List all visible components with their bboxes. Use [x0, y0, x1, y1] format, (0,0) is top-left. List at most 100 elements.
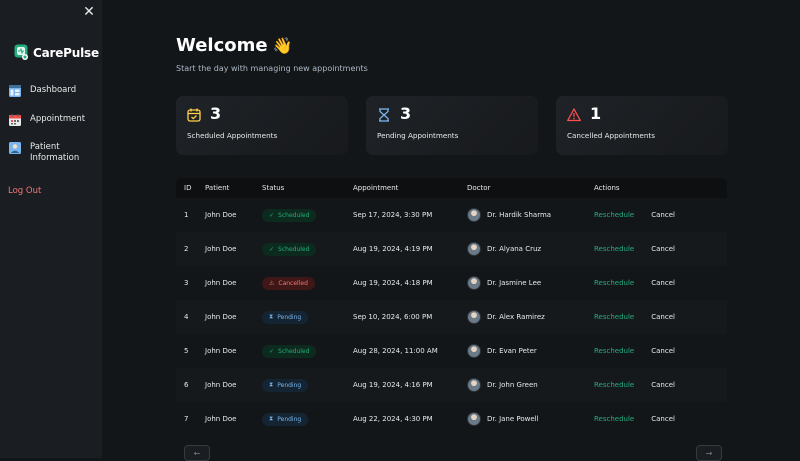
cell-status: ✓ Scheduled [262, 242, 353, 256]
reschedule-button[interactable]: Reschedule [594, 381, 634, 389]
calendar-icon [187, 108, 201, 122]
sidebar-item-patient-information[interactable]: Patient Information [9, 142, 86, 164]
reschedule-button[interactable]: Reschedule [594, 211, 634, 219]
cell-actions: Reschedule Cancel [594, 415, 675, 423]
reschedule-button[interactable]: Reschedule [594, 347, 634, 355]
table-header: ID Patient Status Appointment Doctor Act… [176, 178, 727, 198]
cell-doctor: Dr. Evan Peter [467, 344, 594, 358]
appointments-table: ID Patient Status Appointment Doctor Act… [176, 178, 727, 436]
stat-card-cancelled: 1 Cancelled Appointments [556, 96, 728, 155]
cell-id: 6 [184, 381, 189, 389]
status-badge-label: Cancelled [278, 279, 308, 287]
status-badge-label: Scheduled [278, 245, 310, 253]
stat-label: Cancelled Appointments [567, 131, 655, 140]
cell-actions: Reschedule Cancel [594, 211, 675, 219]
status-badge: ✓ Scheduled [262, 242, 317, 256]
hourglass-icon: ⧗ [269, 415, 274, 422]
cell-patient: John Doe [205, 415, 237, 423]
cell-id: 2 [184, 245, 189, 253]
stat-count: 3 [400, 104, 412, 123]
table-row: 5 John Doe ✓ Scheduled Aug 28, 2024, 11:00 A… [176, 334, 727, 368]
cell-doctor: Dr. Hardik Sharma [467, 208, 594, 222]
warning-icon: ⚠ [269, 279, 275, 287]
table-row: 6 John Doe ⧗ Pending Aug 19, 2024, 4:16 PM Dr… [176, 368, 727, 402]
cell-id: 5 [184, 347, 189, 355]
hourglass-icon: ⧗ [269, 313, 274, 320]
cancel-button[interactable]: Cancel [651, 381, 675, 389]
cell-status: ⧗ Pending [262, 378, 353, 392]
cell-doctor: Dr. John Green [467, 378, 594, 392]
stat-label: Scheduled Appointments [187, 131, 278, 140]
cell-actions: Reschedule Cancel [594, 347, 675, 355]
hourglass-icon [379, 108, 389, 122]
page-title: Welcome 👋 [176, 35, 293, 56]
cancel-button[interactable]: Cancel [651, 347, 675, 355]
sidebar-item-dashboard[interactable]: Dashboard [9, 85, 86, 97]
waving-hand-icon: 👋 [272, 36, 293, 55]
stat-count: 1 [590, 104, 602, 123]
cell-status: ⧗ Pending [262, 310, 353, 324]
reschedule-button[interactable]: Reschedule [594, 415, 634, 423]
doctor-avatar [467, 310, 481, 324]
cancel-button[interactable]: Cancel [651, 313, 675, 321]
next-page-button[interactable]: → [696, 445, 722, 461]
page-subtitle: Start the day with managing new appointm… [176, 64, 368, 73]
cell-patient: John Doe [205, 347, 237, 355]
status-badge: ⧗ Pending [262, 412, 309, 426]
doctor-name: Dr. Jane Powell [487, 415, 539, 423]
doctor-avatar [467, 242, 481, 256]
sidebar-item-label: Patient Information [30, 142, 80, 163]
cancel-button[interactable]: Cancel [651, 211, 675, 219]
reschedule-button[interactable]: Reschedule [594, 313, 634, 321]
doctor-avatar [467, 344, 481, 358]
arrow-left-icon: ← [193, 448, 201, 458]
column-header-patient: Patient [205, 184, 230, 192]
table-row: 1 John Doe ✓ Scheduled Sep 17, 2024, 3:30 PM… [176, 198, 727, 232]
status-badge-label: Pending [277, 313, 302, 321]
column-header-actions: Actions [594, 184, 620, 192]
doctor-avatar [467, 276, 481, 290]
patient-info-icon [9, 142, 21, 154]
reschedule-button[interactable]: Reschedule [594, 245, 634, 253]
cell-appointment: Aug 28, 2024, 11:00 AM [353, 347, 438, 355]
dashboard-icon [9, 85, 21, 97]
doctor-name: Dr. Evan Peter [487, 347, 537, 355]
cell-appointment: Aug 19, 2024, 4:19 PM [353, 245, 433, 253]
status-badge: ✓ Scheduled [262, 208, 317, 222]
column-header-id: ID [184, 184, 192, 192]
cell-actions: Reschedule Cancel [594, 245, 675, 253]
cell-patient: John Doe [205, 279, 237, 287]
cell-status: ⧗ Pending [262, 412, 353, 426]
close-icon[interactable]: ✕ [82, 5, 96, 19]
hourglass-icon: ⧗ [269, 381, 274, 388]
cell-patient: John Doe [205, 313, 237, 321]
doctor-name: Dr. Alex Ramirez [487, 313, 545, 321]
cell-appointment: Aug 22, 2024, 4:30 PM [353, 415, 433, 423]
stat-card-scheduled: 3 Scheduled Appointments [176, 96, 348, 155]
cell-appointment: Sep 10, 2024, 6:00 PM [353, 313, 433, 321]
cancel-button[interactable]: Cancel [651, 279, 675, 287]
check-icon: ✓ [269, 347, 275, 355]
doctor-name: Dr. Alyana Cruz [487, 245, 542, 253]
doctor-avatar [467, 412, 481, 426]
table-row: 2 John Doe ✓ Scheduled Aug 19, 2024, 4:19 PM… [176, 232, 727, 266]
cell-status: ✓ Scheduled [262, 208, 353, 222]
doctor-avatar [467, 378, 481, 392]
sidebar-item-label: Dashboard [30, 85, 77, 95]
carepulse-logo-icon [14, 44, 28, 60]
prev-page-button[interactable]: ← [184, 445, 210, 461]
reschedule-button[interactable]: Reschedule [594, 279, 634, 287]
table-row: 3 John Doe ⚠ Cancelled Aug 19, 2024, 4:18 PM… [176, 266, 727, 300]
cancel-button[interactable]: Cancel [651, 245, 675, 253]
cancel-button[interactable]: Cancel [651, 415, 675, 423]
sidebar-item-appointment[interactable]: Appointment [9, 114, 86, 126]
status-badge-label: Pending [277, 381, 302, 389]
status-badge: ✓ Scheduled [262, 344, 317, 358]
logout-button[interactable]: Log Out [8, 186, 41, 196]
column-header-status: Status [262, 184, 285, 192]
cell-patient: John Doe [205, 245, 237, 253]
arrow-right-icon: → [705, 448, 713, 458]
page-title-text: Welcome [176, 35, 268, 56]
status-badge: ⧗ Pending [262, 310, 309, 324]
status-badge: ⧗ Pending [262, 378, 309, 392]
